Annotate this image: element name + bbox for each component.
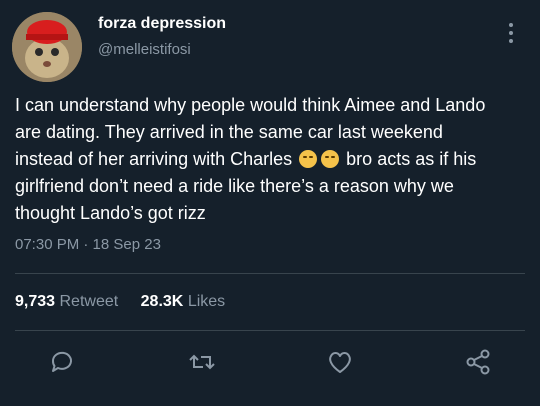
action-bar xyxy=(0,348,540,378)
tweet-line: girlfriend don’t need a ride like there’… xyxy=(15,176,454,196)
divider xyxy=(15,330,525,331)
reply-icon[interactable] xyxy=(48,348,76,376)
divider xyxy=(15,273,525,274)
like-count[interactable]: 28.3K xyxy=(141,293,184,310)
tweet-line-part: bro acts as if his xyxy=(346,149,477,169)
more-vertical-icon[interactable] xyxy=(505,23,517,47)
avatar[interactable] xyxy=(12,12,82,82)
share-icon[interactable] xyxy=(464,348,492,376)
user-handle[interactable]: @melleistifosi xyxy=(98,41,191,58)
like-label[interactable]: Likes xyxy=(188,293,225,310)
retweet-icon[interactable] xyxy=(188,348,216,376)
crying-emoji-icon xyxy=(299,150,318,168)
tweet-line: I can understand why people would think … xyxy=(15,95,486,115)
avatar-image xyxy=(12,12,82,82)
tweet-timestamp[interactable]: 07:30 PM · 18 Sep 23 xyxy=(15,236,161,253)
tweet-line: thought Lando’s got rizz xyxy=(15,203,206,223)
tweet-text: I can understand why people would think … xyxy=(15,92,527,227)
crying-emoji-icon xyxy=(321,150,340,168)
tweet-line: instead of her arriving with Charles bro… xyxy=(15,146,527,173)
retweet-count[interactable]: 9,733 xyxy=(15,293,55,310)
heart-icon[interactable] xyxy=(326,348,354,376)
display-name[interactable]: forza depression xyxy=(98,15,226,33)
tweet-stats: 9,733 Retweet 28.3K Likes xyxy=(15,293,243,311)
retweet-label[interactable]: Retweet xyxy=(60,293,119,310)
tweet-line: are dating. They arrived in the same car… xyxy=(15,122,443,142)
tweet-line-part: instead of her arriving with Charles xyxy=(15,149,293,169)
